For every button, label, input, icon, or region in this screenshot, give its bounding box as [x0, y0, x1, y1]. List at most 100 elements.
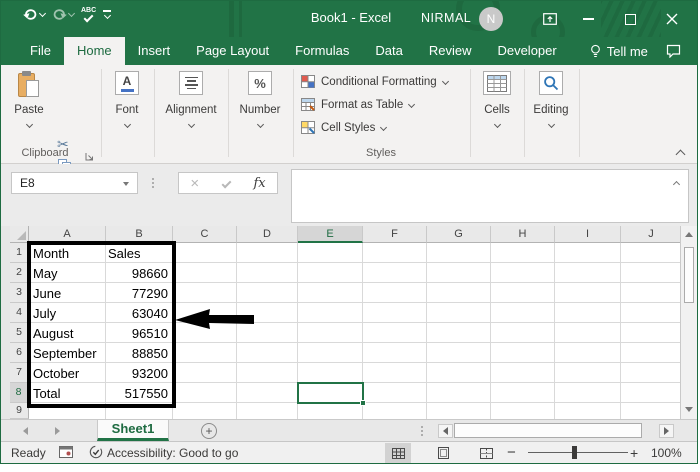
editing-dropdown-icon: [547, 121, 554, 128]
zoom-slider-track[interactable]: [528, 452, 628, 453]
column-header-c[interactable]: C: [173, 226, 237, 243]
macro-record-icon[interactable]: [59, 446, 73, 461]
paste-clipboard-icon: [17, 71, 41, 99]
spelling-button[interactable]: ABC: [81, 7, 96, 20]
enter-button[interactable]: [221, 178, 231, 188]
undo-dropdown-icon[interactable]: [39, 10, 46, 17]
sheetbar-divider-dots: [421, 426, 423, 428]
comment-icon: [666, 44, 681, 58]
redo-dropdown-icon[interactable]: [68, 10, 75, 17]
qat-customize-button[interactable]: [103, 10, 111, 18]
clipboard-group-label: Clipboard: [13, 147, 77, 159]
number-group-button[interactable]: % Number: [232, 71, 288, 127]
zoom-slider-thumb[interactable]: [572, 446, 577, 459]
page-layout-view-button[interactable]: [430, 443, 456, 463]
titlebar-pattern: [239, 1, 242, 37]
page-break-view-button[interactable]: [473, 443, 499, 463]
tab-formulas[interactable]: Formulas: [282, 37, 362, 65]
zoom-level[interactable]: 100%: [651, 446, 682, 460]
sheet-nav-right-icon[interactable]: [55, 427, 60, 435]
account-avatar[interactable]: N: [479, 7, 503, 31]
alignment-icon: [179, 71, 203, 95]
tab-home[interactable]: Home: [64, 37, 125, 65]
zoom-out-button[interactable]: −: [507, 444, 516, 461]
paste-button[interactable]: Paste: [7, 71, 51, 127]
formula-buttons: × fx: [178, 172, 278, 194]
column-header-f[interactable]: F: [363, 226, 427, 243]
accessibility-icon[interactable]: [89, 445, 103, 462]
excel-window: ABC Book1 - Excel NIRMAL N File Home Ins…: [0, 0, 698, 464]
formula-bar-expand-icon[interactable]: [673, 181, 680, 188]
scroll-down-icon[interactable]: [685, 407, 693, 412]
cell-styles-label: Cell Styles: [321, 122, 375, 134]
name-box-dropdown-icon[interactable]: [123, 182, 129, 186]
paste-label: Paste: [14, 104, 43, 116]
maximize-icon: [625, 14, 636, 25]
cells-group-button[interactable]: Cells: [469, 71, 525, 127]
worksheet-area: A B C D E F G H I J 1 2 3 4 5 6 7 8 9 Mo…: [1, 226, 697, 419]
formula-bar-strip: E8 × fx: [1, 164, 697, 226]
fill-handle[interactable]: [360, 400, 366, 406]
percent-icon: %: [248, 71, 272, 95]
sheet-nav-left-icon[interactable]: [23, 427, 28, 435]
paste-dropdown-icon[interactable]: [25, 121, 32, 128]
alignment-group-label: Alignment: [165, 104, 216, 116]
font-group-button[interactable]: A Font: [99, 71, 155, 127]
ribbon-group-separator: [154, 69, 155, 157]
annotation-arrow: [174, 307, 256, 331]
name-box-value: E8: [20, 176, 35, 190]
minimize-icon: [583, 18, 594, 20]
account-name[interactable]: NIRMAL: [421, 11, 471, 25]
column-header-h[interactable]: H: [491, 226, 555, 243]
ribbon-display-options-button[interactable]: [533, 1, 567, 37]
tab-data[interactable]: Data: [362, 37, 415, 65]
vertical-scrollbar-thumb[interactable]: [684, 247, 694, 303]
close-button[interactable]: [655, 1, 689, 37]
sheet-tab-sheet1[interactable]: Sheet1: [97, 420, 169, 441]
active-cell-E8[interactable]: [297, 382, 364, 404]
cell-styles-button[interactable]: Cell Styles: [301, 121, 386, 134]
scroll-up-icon[interactable]: [685, 232, 693, 237]
cell-styles-icon: [301, 121, 315, 134]
tab-file[interactable]: File: [17, 37, 64, 65]
column-header-i[interactable]: I: [555, 226, 621, 243]
normal-view-button[interactable]: [385, 443, 411, 463]
column-header-g[interactable]: G: [427, 226, 491, 243]
alignment-group-button[interactable]: Alignment: [163, 71, 219, 127]
name-box[interactable]: E8: [11, 172, 138, 194]
maximize-button[interactable]: [613, 1, 647, 37]
hscroll-right-button[interactable]: [659, 424, 674, 438]
accessibility-status[interactable]: Accessibility: Good to go: [107, 446, 238, 460]
hscroll-left-button[interactable]: [438, 424, 453, 438]
tab-page-layout[interactable]: Page Layout: [183, 37, 282, 65]
tab-developer[interactable]: Developer: [484, 37, 569, 65]
quick-access-toolbar: ABC: [23, 7, 111, 20]
undo-button[interactable]: [23, 8, 45, 20]
column-header-j[interactable]: J: [621, 226, 682, 243]
tab-insert[interactable]: Insert: [125, 37, 184, 65]
format-as-table-button[interactable]: Format as Table: [301, 98, 414, 111]
cancel-button[interactable]: ×: [190, 176, 199, 191]
status-bar: Ready Accessibility: Good to go − + 100%: [1, 441, 697, 463]
column-header-e[interactable]: E: [298, 226, 363, 243]
zoom-in-button[interactable]: +: [630, 445, 638, 461]
redo-button[interactable]: [52, 8, 74, 20]
conditional-formatting-button[interactable]: Conditional Formatting: [301, 75, 448, 88]
font-dropdown-icon: [123, 121, 130, 128]
share-comment-button[interactable]: [666, 37, 681, 65]
collapse-ribbon-button[interactable]: [676, 150, 686, 160]
gridline-vertical: [426, 243, 427, 419]
insert-function-button[interactable]: fx: [253, 176, 265, 191]
cell-styles-dropdown-icon: [380, 124, 387, 131]
vertical-scrollbar[interactable]: [680, 226, 697, 419]
horizontal-scrollbar-thumb[interactable]: [454, 423, 642, 438]
minimize-button[interactable]: [571, 1, 605, 37]
new-sheet-button[interactable]: +: [201, 423, 217, 439]
tab-review[interactable]: Review: [416, 37, 485, 65]
editing-group-button[interactable]: Editing: [523, 71, 579, 127]
tell-me-button[interactable]: Tell me: [584, 37, 654, 65]
formula-input[interactable]: [291, 169, 689, 223]
format-as-table-dropdown-icon: [408, 101, 415, 108]
column-header-d[interactable]: D: [237, 226, 298, 243]
page-layout-view-icon: [437, 447, 450, 459]
